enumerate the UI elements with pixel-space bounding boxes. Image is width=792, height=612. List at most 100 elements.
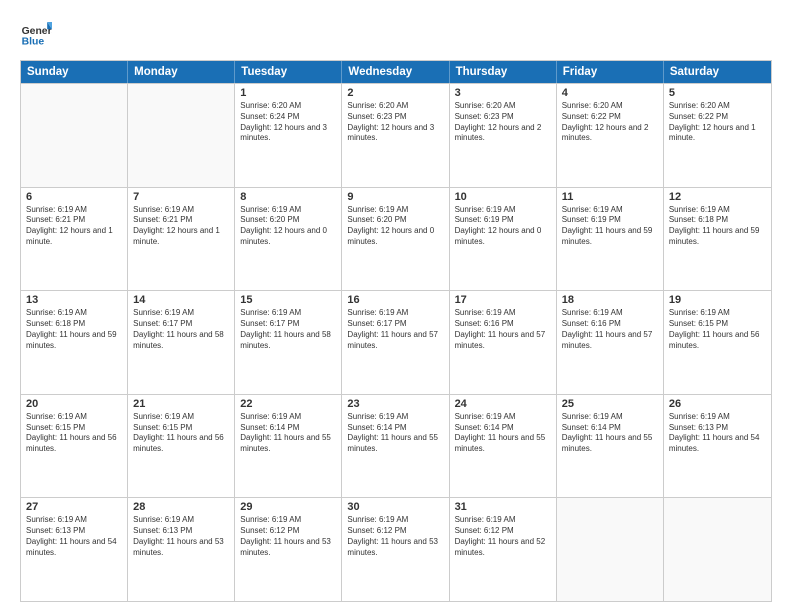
cell-info: Sunrise: 6:19 AMSunset: 6:14 PMDaylight:… xyxy=(240,412,336,455)
cell-info: Sunrise: 6:19 AMSunset: 6:16 PMDaylight:… xyxy=(562,308,658,351)
day-number: 27 xyxy=(26,501,122,513)
day-cell-9: 9Sunrise: 6:19 AMSunset: 6:20 PMDaylight… xyxy=(342,188,449,291)
empty-cell xyxy=(21,84,128,187)
day-cell-11: 11Sunrise: 6:19 AMSunset: 6:19 PMDayligh… xyxy=(557,188,664,291)
cell-info: Sunrise: 6:20 AMSunset: 6:23 PMDaylight:… xyxy=(347,101,443,144)
day-number: 23 xyxy=(347,398,443,410)
cell-info: Sunrise: 6:20 AMSunset: 6:23 PMDaylight:… xyxy=(455,101,551,144)
cell-info: Sunrise: 6:19 AMSunset: 6:19 PMDaylight:… xyxy=(455,205,551,248)
day-cell-23: 23Sunrise: 6:19 AMSunset: 6:14 PMDayligh… xyxy=(342,395,449,498)
cell-info: Sunrise: 6:20 AMSunset: 6:24 PMDaylight:… xyxy=(240,101,336,144)
day-number: 17 xyxy=(455,294,551,306)
calendar-header: SundayMondayTuesdayWednesdayThursdayFrid… xyxy=(21,61,771,83)
calendar-week-4: 20 Sunrise: 6:19 AMSunset: 6:15 PMDayligh… xyxy=(21,394,771,498)
header-day-sunday: Sunday xyxy=(21,61,128,83)
cell-info: Sunrise: 6:19 AMSunset: 6:17 PMDaylight:… xyxy=(347,308,443,351)
cell-info: Sunrise: 6:19 AMSunset: 6:18 PMDaylight:… xyxy=(26,308,122,351)
cell-info: Sunrise: 6:20 AMSunset: 6:22 PMDaylight:… xyxy=(562,101,658,144)
day-cell-20: 20 Sunrise: 6:19 AMSunset: 6:15 PMDayligh… xyxy=(21,395,128,498)
cell-info: Sunrise: 6:19 AMSunset: 6:15 PMDaylight:… xyxy=(133,412,229,455)
day-cell-2: 2Sunrise: 6:20 AMSunset: 6:23 PMDaylight… xyxy=(342,84,449,187)
day-cell-15: 15 Sunrise: 6:19 AMSunset: 6:17 PMDayligh… xyxy=(235,291,342,394)
day-cell-21: 21 Sunrise: 6:19 AMSunset: 6:15 PMDayligh… xyxy=(128,395,235,498)
day-cell-14: 14 Sunrise: 6:19 AMSunset: 6:17 PMDayligh… xyxy=(128,291,235,394)
day-number: 12 xyxy=(669,191,766,203)
day-number: 19 xyxy=(669,294,766,306)
logo: General Blue xyxy=(20,18,52,50)
day-cell-25: 25 Sunrise: 6:19 AMSunset: 6:14 PMDayligh… xyxy=(557,395,664,498)
cell-info: Sunrise: 6:19 AMSunset: 6:17 PMDaylight:… xyxy=(133,308,229,351)
day-number: 22 xyxy=(240,398,336,410)
day-cell-1: 1 Sunrise: 6:20 AMSunset: 6:24 PMDaylight… xyxy=(235,84,342,187)
cell-info: Sunrise: 6:19 AMSunset: 6:21 PMDaylight:… xyxy=(26,205,122,248)
day-number: 30 xyxy=(347,501,443,513)
cell-info: Sunrise: 6:19 AMSunset: 6:20 PMDaylight:… xyxy=(240,205,336,248)
logo-icon: General Blue xyxy=(20,18,52,50)
page-header: General Blue xyxy=(20,18,772,50)
day-number: 5 xyxy=(669,87,766,99)
cell-info: Sunrise: 6:19 AMSunset: 6:16 PMDaylight:… xyxy=(455,308,551,351)
day-number: 3 xyxy=(455,87,551,99)
header-day-wednesday: Wednesday xyxy=(342,61,449,83)
day-number: 25 xyxy=(562,398,658,410)
cell-info: Sunrise: 6:19 AMSunset: 6:12 PMDaylight:… xyxy=(455,515,551,558)
cell-info: Sunrise: 6:19 AMSunset: 6:17 PMDaylight:… xyxy=(240,308,336,351)
day-number: 13 xyxy=(26,294,122,306)
header-day-tuesday: Tuesday xyxy=(235,61,342,83)
day-cell-18: 18 Sunrise: 6:19 AMSunset: 6:16 PMDayligh… xyxy=(557,291,664,394)
cell-info: Sunrise: 6:19 AMSunset: 6:20 PMDaylight:… xyxy=(347,205,443,248)
cell-info: Sunrise: 6:19 AMSunset: 6:15 PMDaylight:… xyxy=(26,412,122,455)
cell-info: Sunrise: 6:19 AMSunset: 6:12 PMDaylight:… xyxy=(347,515,443,558)
day-cell-19: 19Sunrise: 6:19 AMSunset: 6:15 PMDayligh… xyxy=(664,291,771,394)
day-number: 24 xyxy=(455,398,551,410)
cell-info: Sunrise: 6:19 AMSunset: 6:14 PMDaylight:… xyxy=(562,412,658,455)
calendar-week-2: 6Sunrise: 6:19 AMSunset: 6:21 PMDaylight… xyxy=(21,187,771,291)
cell-info: Sunrise: 6:19 AMSunset: 6:13 PMDaylight:… xyxy=(26,515,122,558)
day-cell-27: 27 Sunrise: 6:19 AMSunset: 6:13 PMDayligh… xyxy=(21,498,128,601)
day-cell-26: 26 Sunrise: 6:19 AMSunset: 6:13 PMDayligh… xyxy=(664,395,771,498)
header-day-friday: Friday xyxy=(557,61,664,83)
day-number: 31 xyxy=(455,501,551,513)
header-day-thursday: Thursday xyxy=(450,61,557,83)
day-number: 26 xyxy=(669,398,766,410)
day-cell-22: 22 Sunrise: 6:19 AMSunset: 6:14 PMDayligh… xyxy=(235,395,342,498)
calendar-week-5: 27 Sunrise: 6:19 AMSunset: 6:13 PMDayligh… xyxy=(21,497,771,601)
day-cell-13: 13 Sunrise: 6:19 AMSunset: 6:18 PMDayligh… xyxy=(21,291,128,394)
svg-text:Blue: Blue xyxy=(22,36,45,47)
day-number: 15 xyxy=(240,294,336,306)
day-number: 1 xyxy=(240,87,336,99)
day-number: 14 xyxy=(133,294,229,306)
day-number: 8 xyxy=(240,191,336,203)
day-cell-29: 29Sunrise: 6:19 AMSunset: 6:12 PMDayligh… xyxy=(235,498,342,601)
day-number: 16 xyxy=(347,294,443,306)
empty-cell xyxy=(128,84,235,187)
cell-info: Sunrise: 6:20 AMSunset: 6:22 PMDaylight:… xyxy=(669,101,766,144)
day-cell-28: 28 Sunrise: 6:19 AMSunset: 6:13 PMDayligh… xyxy=(128,498,235,601)
day-cell-3: 3 Sunrise: 6:20 AMSunset: 6:23 PMDaylight… xyxy=(450,84,557,187)
cell-info: Sunrise: 6:19 AMSunset: 6:13 PMDaylight:… xyxy=(133,515,229,558)
day-cell-5: 5 Sunrise: 6:20 AMSunset: 6:22 PMDaylight… xyxy=(664,84,771,187)
day-cell-16: 16 Sunrise: 6:19 AMSunset: 6:17 PMDayligh… xyxy=(342,291,449,394)
day-number: 21 xyxy=(133,398,229,410)
day-cell-17: 17 Sunrise: 6:19 AMSunset: 6:16 PMDayligh… xyxy=(450,291,557,394)
day-cell-10: 10 Sunrise: 6:19 AMSunset: 6:19 PMDayligh… xyxy=(450,188,557,291)
cell-info: Sunrise: 6:19 AMSunset: 6:13 PMDaylight:… xyxy=(669,412,766,455)
day-number: 10 xyxy=(455,191,551,203)
cell-info: Sunrise: 6:19 AMSunset: 6:18 PMDaylight:… xyxy=(669,205,766,248)
day-number: 20 xyxy=(26,398,122,410)
day-number: 4 xyxy=(562,87,658,99)
cell-info: Sunrise: 6:19 AMSunset: 6:21 PMDaylight:… xyxy=(133,205,229,248)
day-cell-6: 6Sunrise: 6:19 AMSunset: 6:21 PMDaylight… xyxy=(21,188,128,291)
day-cell-24: 24Sunrise: 6:19 AMSunset: 6:14 PMDayligh… xyxy=(450,395,557,498)
day-cell-30: 30 Sunrise: 6:19 AMSunset: 6:12 PMDayligh… xyxy=(342,498,449,601)
day-number: 18 xyxy=(562,294,658,306)
calendar-week-1: 1 Sunrise: 6:20 AMSunset: 6:24 PMDaylight… xyxy=(21,83,771,187)
calendar-week-3: 13 Sunrise: 6:19 AMSunset: 6:18 PMDayligh… xyxy=(21,290,771,394)
day-number: 7 xyxy=(133,191,229,203)
calendar: SundayMondayTuesdayWednesdayThursdayFrid… xyxy=(20,60,772,602)
day-number: 11 xyxy=(562,191,658,203)
day-number: 29 xyxy=(240,501,336,513)
day-cell-4: 4 Sunrise: 6:20 AMSunset: 6:22 PMDaylight… xyxy=(557,84,664,187)
day-number: 28 xyxy=(133,501,229,513)
header-day-saturday: Saturday xyxy=(664,61,771,83)
